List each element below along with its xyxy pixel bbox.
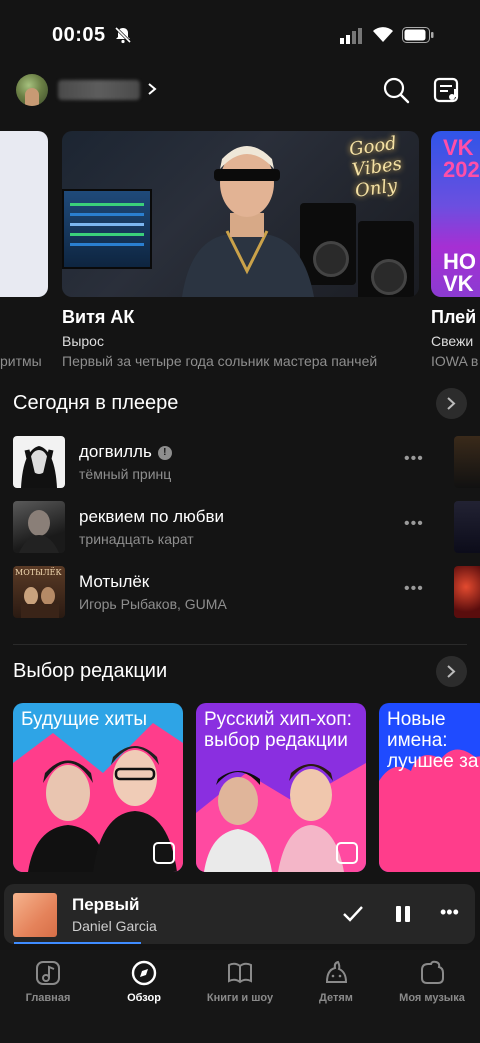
bell-muted-icon xyxy=(114,26,132,44)
track-cover-art xyxy=(19,510,59,553)
divider xyxy=(13,644,467,645)
playlist-title: Русский хип-хоп: выбор редакции xyxy=(204,709,352,751)
track-row[interactable]: догвилль! тёмный принц ••• xyxy=(0,436,440,490)
track-artist[interactable]: Игорь Рыбаков, GUMA xyxy=(79,596,227,612)
checkmark-icon[interactable] xyxy=(342,904,364,924)
explicit-badge: ! xyxy=(157,446,172,460)
track-more-button[interactable]: ••• xyxy=(404,580,430,600)
pause-icon[interactable] xyxy=(393,904,413,924)
mini-player-cover xyxy=(13,893,57,937)
featured-prev-desc: ритмы xyxy=(0,353,42,369)
queue-icon[interactable] xyxy=(432,76,462,104)
playlist-card[interactable]: Будущие хиты xyxy=(13,703,183,872)
book-mic-icon xyxy=(228,962,252,984)
tab-label: Моя музыка xyxy=(399,992,465,1004)
battery-icon xyxy=(402,27,434,43)
next-card-art-text-bottom: HO VK xyxy=(443,249,476,296)
mini-player-artist: Daniel Garcia xyxy=(72,918,157,934)
featured-next-description: IOWA в xyxy=(431,353,479,369)
track-cover: МОТЫЛЁК xyxy=(13,566,65,618)
mini-player-title: Первый xyxy=(72,895,140,914)
track-title: догвилль! xyxy=(79,442,172,462)
tab-home[interactable]: Главная xyxy=(0,958,96,1018)
chevron-right-icon[interactable] xyxy=(146,81,158,97)
avatar[interactable] xyxy=(16,74,48,106)
signal-icon xyxy=(340,28,362,44)
vk-music-logo-icon xyxy=(153,842,175,864)
chevron-right-icon xyxy=(447,665,456,678)
featured-card-prev[interactable] xyxy=(0,131,48,297)
tab-explore[interactable]: Обзор xyxy=(96,958,192,1018)
tab-kids[interactable]: Детям xyxy=(288,958,384,1018)
my-music-icon xyxy=(421,960,444,984)
username-blurred[interactable] xyxy=(58,80,140,100)
next-card-art-text: VK fe 202 xyxy=(443,135,480,182)
chevron-right-icon xyxy=(447,397,456,410)
track-cover xyxy=(13,501,65,553)
track-more-button[interactable]: ••• xyxy=(404,515,430,535)
speaker-art xyxy=(358,221,414,297)
featured-card-next[interactable]: VK fe 202 HO VK xyxy=(431,131,480,297)
track-title: реквием по любви xyxy=(79,507,225,526)
editors-more-button[interactable] xyxy=(436,656,467,687)
track-cover-text: МОТЫЛЁК xyxy=(15,568,62,577)
featured-next-subtitle: Свежи xyxy=(431,333,474,349)
track-artist[interactable]: тринадцать карат xyxy=(79,531,194,547)
tab-books-shows[interactable]: Книги и шоу xyxy=(192,958,288,1018)
playlist-card[interactable]: Русский хип-хоп: выбор редакции xyxy=(196,703,366,872)
vk-music-logo-icon xyxy=(336,842,358,864)
track-more-button[interactable]: ••• xyxy=(404,450,430,470)
track-cover-art xyxy=(21,446,57,488)
next-column-cover[interactable] xyxy=(454,566,480,618)
kids-icon xyxy=(325,960,348,983)
track-row[interactable]: реквием по любви тринадцать карат ••• xyxy=(0,501,440,555)
neon-sign: Good Vibes Only xyxy=(347,132,404,202)
playback-progress-bar[interactable] xyxy=(14,942,141,944)
next-column-cover[interactable] xyxy=(454,436,480,488)
music-note-icon xyxy=(36,961,60,985)
compass-icon xyxy=(131,960,157,986)
search-icon[interactable] xyxy=(382,76,410,104)
track-artist[interactable]: тёмный принц xyxy=(79,466,171,482)
section-title-editors[interactable]: Выбор редакции xyxy=(13,660,167,683)
tab-bar: Главная Обзор Книги и шоу Детям Моя музы… xyxy=(0,950,480,1043)
section-title-today[interactable]: Сегодня в плеере xyxy=(13,392,178,415)
studio-monitor-art xyxy=(62,189,152,269)
status-bar: 00:05 xyxy=(0,0,480,70)
tab-label: Обзор xyxy=(127,992,161,1004)
featured-next-title[interactable]: Плей xyxy=(431,307,476,328)
featured-card-main[interactable]: Good Vibes Only xyxy=(62,131,419,297)
featured-title[interactable]: Витя АК xyxy=(62,307,134,328)
playlist-title: Будущие хиты xyxy=(21,709,148,730)
tab-label: Детям xyxy=(319,992,353,1004)
tab-my-music[interactable]: Моя музыка xyxy=(384,958,480,1018)
track-row[interactable]: МОТЫЛЁК Мотылёк Игорь Рыбаков, GUMA ••• xyxy=(0,566,440,620)
mini-player[interactable]: Первый Daniel Garcia ••• xyxy=(4,884,475,944)
track-cover xyxy=(13,436,65,488)
featured-subtitle: Вырос xyxy=(62,333,104,349)
today-more-button[interactable] xyxy=(436,388,467,419)
next-column-cover[interactable] xyxy=(454,501,480,553)
track-title: Мотылёк xyxy=(79,572,150,591)
tab-label: Главная xyxy=(25,992,71,1004)
mini-player-more-button[interactable]: ••• xyxy=(440,902,462,922)
tab-label: Книги и шоу xyxy=(206,992,274,1004)
playlist-title: Новые имена: лучшее за xyxy=(387,709,479,772)
status-time: 00:05 xyxy=(52,24,106,46)
playlist-card[interactable]: Новые имена: лучшее за xyxy=(379,703,480,872)
featured-description: Первый за четыре года сольник мастера па… xyxy=(62,353,378,369)
artist-photo xyxy=(182,146,314,297)
wifi-icon xyxy=(373,27,393,42)
